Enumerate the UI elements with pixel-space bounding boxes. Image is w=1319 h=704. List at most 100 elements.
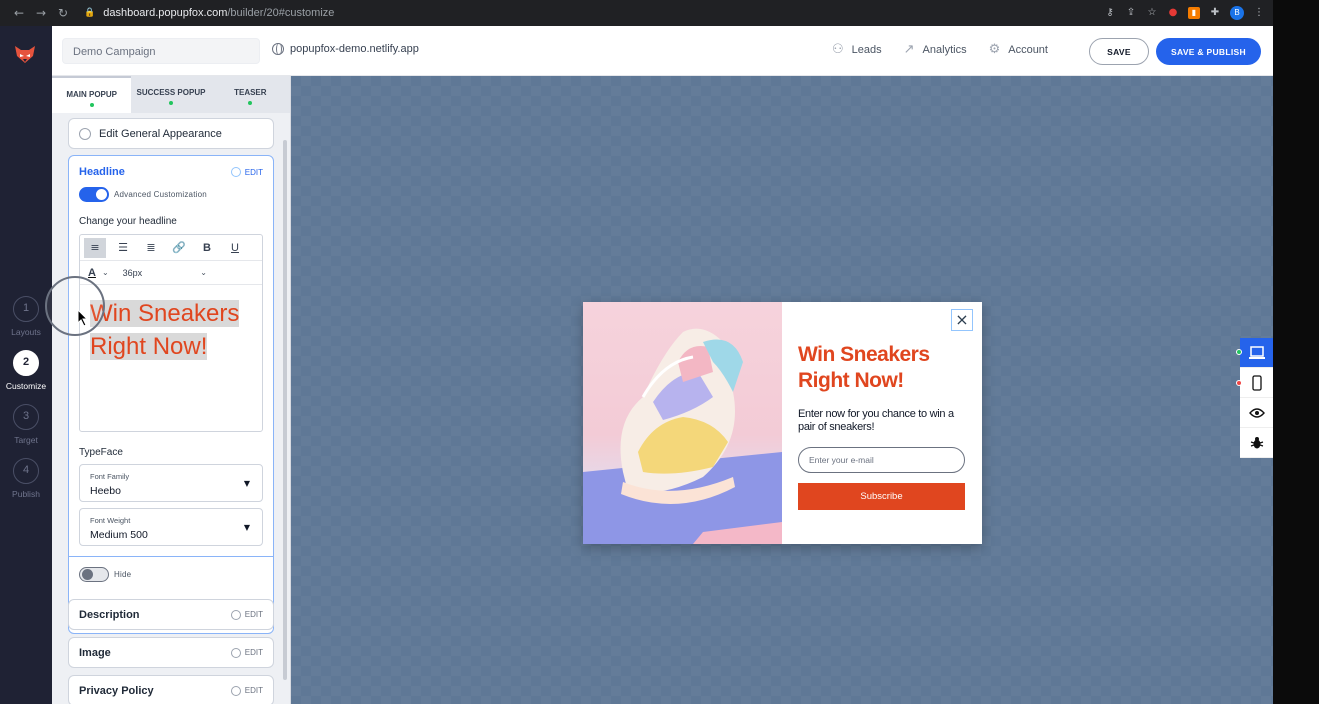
bug-icon — [1250, 436, 1263, 448]
link-icon[interactable]: 🔗 — [168, 238, 190, 258]
eye-icon — [1248, 407, 1265, 418]
nav-analytics[interactable]: ↗ Analytics — [904, 42, 967, 57]
edit-icon — [230, 685, 241, 696]
customize-panel: MAIN POPUP SUCCESS POPUP TEASER Edit Gen… — [52, 76, 291, 704]
privacy-policy-section[interactable]: Privacy Policy EDIT — [68, 675, 274, 704]
back-icon[interactable]: ← — [8, 6, 30, 20]
formatting-toolbar: ≡ ☰ ≣ 🔗 B U — [80, 235, 262, 261]
nav-label: Leads — [851, 43, 882, 56]
step-label: Target — [14, 435, 38, 445]
status-dot — [1236, 349, 1242, 355]
desktop-view-button[interactable] — [1240, 338, 1273, 368]
tab-teaser[interactable]: TEASER — [211, 76, 290, 113]
font-color-icon[interactable]: A — [88, 267, 96, 279]
headline-line-2: Right Now! — [90, 333, 208, 360]
campaign-name-input[interactable]: Demo Campaign — [62, 38, 260, 64]
popupfox-logo-icon[interactable] — [13, 44, 37, 64]
align-left-icon[interactable]: ≡ — [84, 237, 106, 258]
forward-icon[interactable]: → — [30, 6, 52, 20]
font-toolbar: A ⌄ 36px ⌄ — [80, 261, 262, 285]
image-section[interactable]: Image EDIT — [68, 637, 274, 668]
step-label: Customize — [5, 381, 47, 391]
mobile-view-button[interactable] — [1240, 368, 1273, 398]
edit-icon — [230, 167, 241, 177]
align-center-icon[interactable]: ☰ — [112, 238, 134, 258]
url-path: /builder/20#customize — [227, 7, 335, 19]
browser-toolbar: ← → ↻ 🔒 dashboard.popupfox.com /builder/… — [0, 0, 1273, 26]
nav-account[interactable]: ⚙ Account — [989, 42, 1048, 57]
font-size-select[interactable]: 36px — [123, 268, 143, 278]
puzzle-icon[interactable]: ✚ — [1209, 7, 1221, 19]
nav-label: Analytics — [922, 43, 967, 56]
screen-edge — [1273, 0, 1319, 704]
popup-headline-line-2: Right Now! — [798, 369, 904, 392]
mobile-icon — [1251, 374, 1262, 391]
record-icon[interactable]: ● — [1167, 7, 1179, 19]
chevron-down-icon[interactable]: ⌄ — [102, 268, 109, 277]
edit-button[interactable]: EDIT — [230, 609, 263, 620]
headline-line-1: Win Sneakers — [90, 300, 240, 327]
cursor-highlight — [45, 276, 105, 336]
edit-label: EDIT — [244, 167, 263, 177]
step-publish[interactable]: 4 Publish — [0, 458, 52, 499]
description-section[interactable]: Description EDIT — [68, 599, 274, 630]
step-label: Publish — [12, 489, 40, 499]
subscribe-button[interactable]: Subscribe — [798, 483, 965, 510]
edit-button[interactable]: EDIT — [230, 647, 263, 658]
step-customize[interactable]: 2 Customize — [0, 350, 52, 391]
headline-text-content[interactable]: Win Sneakers Right Now! — [80, 285, 262, 375]
hide-toggle[interactable] — [79, 567, 109, 582]
preview-button[interactable] — [1240, 398, 1273, 428]
hide-label: Hide — [114, 570, 132, 579]
star-icon[interactable]: ☆ — [1146, 7, 1158, 19]
advanced-customization-toggle[interactable] — [79, 187, 109, 202]
status-dot — [248, 101, 253, 105]
profile-avatar[interactable]: B — [1230, 6, 1244, 20]
section-title: Description — [79, 608, 140, 621]
edit-icon — [230, 647, 241, 658]
font-family-value: Heebo — [90, 485, 121, 497]
app-header: Demo Campaign popupfox-demo.netlify.app … — [52, 26, 1273, 76]
save-publish-button[interactable]: SAVE & PUBLISH — [1156, 38, 1261, 65]
step-number: 2 — [13, 350, 39, 376]
menu-icon[interactable]: ⋮ — [1253, 7, 1265, 19]
step-target[interactable]: 3 Target — [0, 404, 52, 445]
general-appearance-card[interactable]: Edit General Appearance — [68, 118, 274, 149]
close-icon[interactable]: × — [951, 309, 973, 331]
edit-button[interactable]: EDIT — [230, 685, 263, 696]
step-rail: 1 Layouts 2 Customize 3 Target 4 Publish — [0, 26, 52, 704]
font-family-select[interactable]: Font Family Heebo ▼ — [79, 464, 263, 502]
nav-leads[interactable]: ⚇ Leads — [832, 42, 882, 57]
key-icon[interactable]: ⚷ — [1104, 7, 1116, 19]
popup-tabs: MAIN POPUP SUCCESS POPUP TEASER — [52, 76, 290, 113]
headline-edit-button[interactable]: EDIT — [230, 167, 263, 177]
lock-icon: 🔒 — [84, 8, 96, 18]
tab-success-popup[interactable]: SUCCESS POPUP — [131, 76, 210, 113]
email-input[interactable]: Enter your e-mail — [798, 447, 965, 473]
popup-headline: Win Sneakers Right Now! — [798, 342, 968, 394]
top-nav: ⚇ Leads ↗ Analytics ⚙ Account — [832, 42, 1048, 57]
panel-scrollbar[interactable] — [283, 140, 287, 680]
site-link[interactable]: popupfox-demo.netlify.app — [272, 43, 419, 55]
debug-button[interactable] — [1240, 428, 1273, 458]
sneaker-image — [583, 302, 782, 544]
status-dot — [168, 101, 173, 105]
font-weight-select[interactable]: Font Weight Medium 500 ▼ — [79, 508, 263, 546]
change-headline-label: Change your headline — [79, 216, 177, 227]
align-right-icon[interactable]: ≣ — [140, 238, 162, 258]
tab-main-popup[interactable]: MAIN POPUP — [52, 76, 132, 113]
account-icon: ⚙ — [988, 42, 1001, 57]
extension-orange-icon[interactable]: ▮ — [1188, 7, 1200, 19]
underline-icon[interactable]: U — [224, 238, 246, 258]
font-weight-value: Medium 500 — [90, 529, 148, 541]
site-url: popupfox-demo.netlify.app — [290, 43, 419, 55]
address-bar[interactable]: 🔒 dashboard.popupfox.com /builder/20#cus… — [84, 3, 1104, 23]
headline-rich-text-editor[interactable]: ≡ ☰ ≣ 🔗 B U A ⌄ 36px ⌄ Win Sneakers Righ… — [79, 234, 263, 432]
save-button[interactable]: SAVE — [1089, 38, 1149, 65]
chevron-down-icon[interactable]: ⌄ — [200, 268, 207, 277]
dropdown-arrow-icon: ▼ — [243, 479, 250, 488]
share-icon[interactable]: ⇪ — [1125, 7, 1137, 19]
edit-label: EDIT — [244, 686, 263, 695]
bold-icon[interactable]: B — [196, 238, 218, 258]
reload-icon[interactable]: ↻ — [52, 6, 74, 20]
